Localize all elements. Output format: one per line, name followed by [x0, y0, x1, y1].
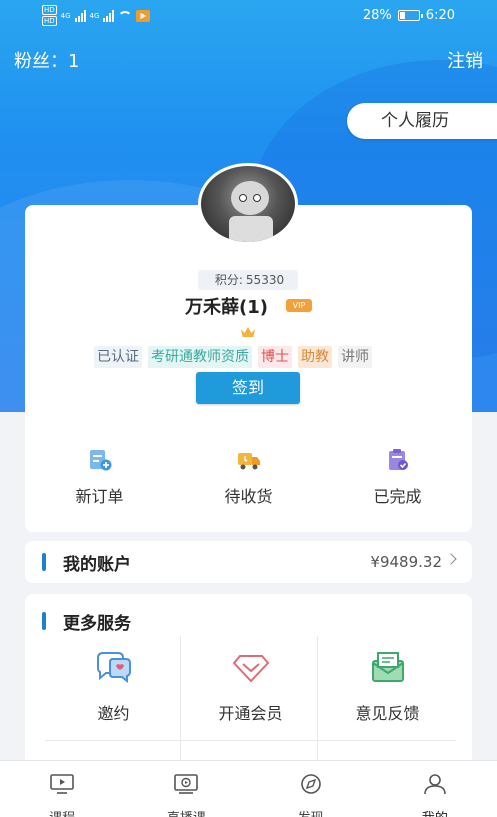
- order-shortcuts: 新订单 待收货 已完成: [25, 440, 472, 520]
- service-label: 意见反馈: [355, 704, 420, 723]
- status-right: 28% 6:20: [363, 8, 455, 23]
- wifi-icon: [118, 10, 133, 21]
- order-new[interactable]: 新订单: [25, 440, 174, 520]
- signal-icon: [74, 9, 86, 22]
- tag-verified: 已认证: [94, 346, 142, 368]
- service-label: 开通会员: [218, 704, 283, 723]
- service-invite[interactable]: 邀约: [45, 636, 182, 738]
- tab-label: 直播课: [124, 807, 248, 817]
- avatar-face: [231, 181, 269, 215]
- tab-discover[interactable]: 发现: [249, 761, 373, 817]
- tab-live[interactable]: 直播课: [124, 761, 248, 817]
- completed-clipboard-icon: [388, 449, 408, 470]
- envelope-icon: [371, 652, 404, 682]
- top-bar: 粉丝：1 注销: [0, 44, 497, 74]
- compass-icon: [300, 774, 321, 794]
- clock: 6:20: [425, 8, 455, 23]
- order-label: 待收货: [224, 487, 273, 506]
- avatar-body: [229, 216, 273, 242]
- tag-doctorate: 博士: [258, 346, 292, 368]
- fans-count[interactable]: 粉丝：1: [14, 47, 79, 73]
- qualification-tags: 已认证 考研通教师资质 博士 助教 讲师: [94, 346, 372, 368]
- tag-lecturer: 讲师: [338, 346, 372, 368]
- grid-divider: [45, 740, 456, 741]
- tab-courses[interactable]: 课程: [0, 761, 124, 817]
- chevron-right-icon: [445, 553, 457, 565]
- person-icon: [424, 774, 446, 795]
- tab-label: 我的: [373, 807, 497, 817]
- section-accent-bar: [42, 612, 46, 630]
- account-title: 我的账户: [63, 555, 131, 575]
- tab-mine[interactable]: 我的: [373, 761, 497, 817]
- tag-assistant: 助教: [298, 346, 332, 368]
- points-value: 55330: [245, 273, 285, 287]
- avatar-eye: [239, 194, 247, 202]
- status-left: HD HD 4G 4G ▶: [42, 5, 151, 26]
- section-accent-bar: [42, 553, 46, 571]
- delivery-truck-icon: [237, 453, 260, 470]
- battery-icon: [397, 10, 423, 21]
- logout-button[interactable]: 注销: [447, 47, 483, 73]
- network-label: 4G: [60, 11, 71, 20]
- user-name: 万禾薛(1): [185, 297, 268, 318]
- services-title: 更多服务: [63, 614, 131, 634]
- diamond-icon: [232, 655, 269, 683]
- checkin-button[interactable]: 签到: [196, 372, 300, 404]
- tag-teacher-qualification: 考研通教师资质: [148, 346, 252, 368]
- live-screen-icon: [174, 774, 199, 794]
- network-label: 4G: [89, 11, 100, 20]
- crown-icon: [241, 327, 255, 337]
- order-completed[interactable]: 已完成: [323, 440, 472, 520]
- order-label: 新订单: [75, 487, 124, 506]
- hd-badge: HD: [42, 16, 57, 26]
- avatar[interactable]: [198, 163, 298, 245]
- services-card: 更多服务 邀约 开通会员 意见反馈: [25, 594, 472, 774]
- tv-icon: [50, 774, 74, 794]
- service-label: 邀约: [97, 704, 130, 723]
- points-label: 积分:: [214, 273, 243, 287]
- service-feedback[interactable]: 意见反馈: [319, 636, 456, 738]
- services-grid: 邀约 开通会员 意见反馈: [45, 636, 456, 774]
- service-membership[interactable]: 开通会员: [182, 636, 319, 738]
- status-bar: HD HD 4G 4G ▶ 28% 6:20: [0, 0, 497, 32]
- avatar-eye: [253, 194, 261, 202]
- bottom-tab-bar: 课程 直播课 发现 我的: [0, 760, 497, 817]
- hd-badges: HD HD: [42, 5, 57, 26]
- signal-icon: [103, 9, 115, 22]
- vip-badge: VIP: [286, 299, 312, 312]
- resume-button[interactable]: 个人履历: [347, 103, 497, 139]
- account-balance: ¥9489.32: [370, 553, 442, 571]
- new-order-icon: [89, 450, 111, 471]
- tab-label: 发现: [249, 807, 373, 817]
- order-awaiting-delivery[interactable]: 待收货: [174, 440, 323, 520]
- battery-percent: 28%: [362, 8, 392, 23]
- video-app-icon: ▶: [136, 9, 151, 22]
- order-label: 已完成: [373, 487, 422, 506]
- account-card[interactable]: 我的账户 ¥9489.32: [25, 541, 472, 583]
- points-badge: 积分: 55330: [198, 270, 298, 290]
- chat-bubbles-icon: [96, 652, 131, 684]
- tab-label: 课程: [0, 807, 124, 817]
- hd-badge: HD: [42, 5, 57, 15]
